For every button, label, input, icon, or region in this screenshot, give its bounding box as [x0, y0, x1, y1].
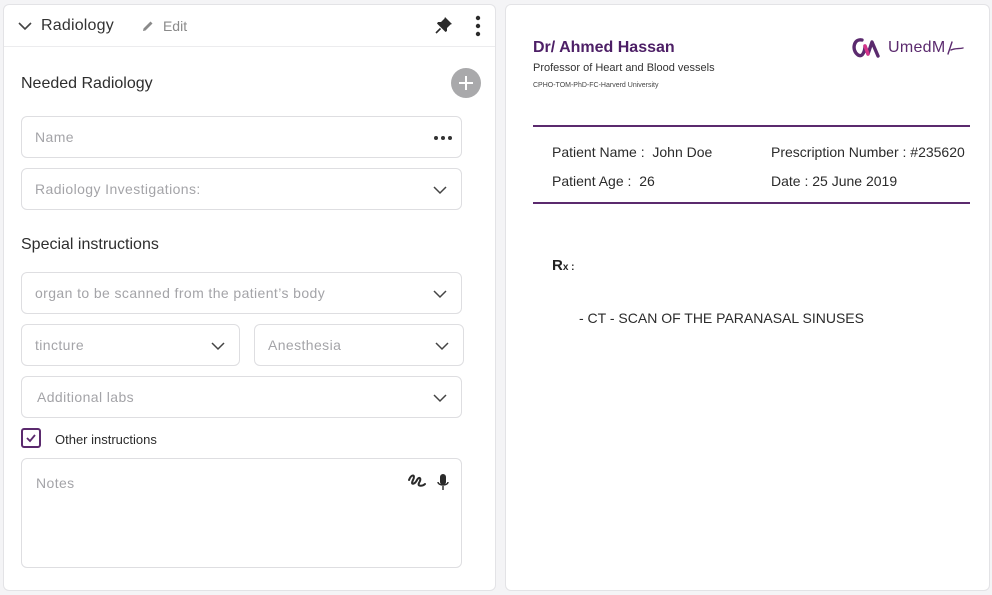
patient-age-row: Patient Age : 26: [552, 173, 655, 189]
rx-symbol: Rx :: [552, 257, 575, 274]
pin-icon[interactable]: [435, 16, 453, 39]
umedmi-logo-icon: [852, 38, 880, 58]
notes-textarea[interactable]: Notes: [21, 458, 462, 568]
prescription-number-row: Prescription Number : #235620: [771, 144, 965, 160]
other-instructions-checkbox[interactable]: [21, 428, 41, 448]
patient-name-label: Patient Name :: [552, 144, 645, 160]
chevron-down-icon: [433, 394, 447, 403]
rx-item: - CT - SCAN OF THE PARANASAL SINUSES: [579, 310, 864, 326]
date: 25 June 2019: [812, 173, 898, 189]
tincture-placeholder: tincture: [35, 337, 85, 353]
doctor-title: Professor of Heart and Blood vessels: [533, 62, 715, 74]
tincture-select[interactable]: tincture: [21, 324, 240, 366]
name-placeholder: Name: [35, 129, 74, 145]
prescription-preview: Dr/ Ahmed Hassan Professor of Heart and …: [505, 4, 990, 591]
logo-swoosh-icon: [946, 41, 964, 55]
add-radiology-button[interactable]: [451, 68, 481, 98]
umedmi-logo: UmedM: [850, 36, 964, 60]
chevron-down-icon: [433, 290, 447, 299]
patient-name: John Doe: [652, 144, 713, 160]
other-instructions-label: Other instructions: [55, 432, 157, 447]
additional-labs-select[interactable]: Additional labs: [21, 376, 462, 418]
panel-title: Radiology: [41, 16, 114, 34]
header-divider: [533, 125, 970, 127]
chevron-down-icon[interactable]: [18, 19, 32, 33]
chevron-down-icon: [211, 342, 225, 351]
panel-header: Radiology Edit: [4, 5, 495, 47]
anesthesia-select[interactable]: Anesthesia: [254, 324, 464, 366]
name-input[interactable]: Name: [21, 116, 462, 158]
info-divider: [533, 202, 970, 204]
notes-placeholder: Notes: [36, 475, 75, 491]
radiology-form-panel: Radiology Edit Needed Radiology Name Rad…: [3, 4, 496, 591]
labs-placeholder: Additional labs: [37, 389, 135, 405]
organ-placeholder: organ to be scanned from the patient’s b…: [35, 285, 326, 301]
prescription-number: #235620: [910, 144, 965, 160]
handwriting-icon[interactable]: [407, 472, 427, 490]
chevron-down-icon: [433, 186, 447, 195]
more-vertical-icon[interactable]: [475, 15, 481, 42]
anesthesia-placeholder: Anesthesia: [268, 337, 342, 353]
investigations-placeholder: Radiology Investigations:: [35, 181, 201, 197]
prescription-number-label: Prescription Number :: [771, 144, 907, 160]
check-icon: [26, 434, 36, 443]
doctor-credentials: CPHO-TOM-PhD-FC-Harverd University: [533, 82, 659, 89]
radiology-investigations-select[interactable]: Radiology Investigations:: [21, 168, 462, 210]
patient-name-row: Patient Name : John Doe: [552, 144, 712, 160]
organ-select[interactable]: organ to be scanned from the patient’s b…: [21, 272, 462, 314]
edit-label: Edit: [162, 17, 188, 34]
logo-text: UmedM: [888, 39, 946, 56]
pencil-icon: [142, 21, 153, 31]
date-label: Date :: [771, 173, 809, 189]
needed-radiology-title: Needed Radiology: [21, 75, 153, 92]
patient-age: 26: [639, 173, 655, 189]
chevron-down-icon: [435, 342, 449, 351]
microphone-icon[interactable]: [437, 473, 449, 491]
edit-button[interactable]: Edit: [141, 18, 187, 34]
doctor-name: Dr/ Ahmed Hassan: [533, 39, 675, 56]
more-horizontal-icon[interactable]: [434, 136, 452, 140]
date-row: Date : 25 June 2019: [771, 173, 897, 189]
special-instructions-title: Special instructions: [21, 236, 159, 253]
patient-age-label: Patient Age :: [552, 173, 632, 189]
